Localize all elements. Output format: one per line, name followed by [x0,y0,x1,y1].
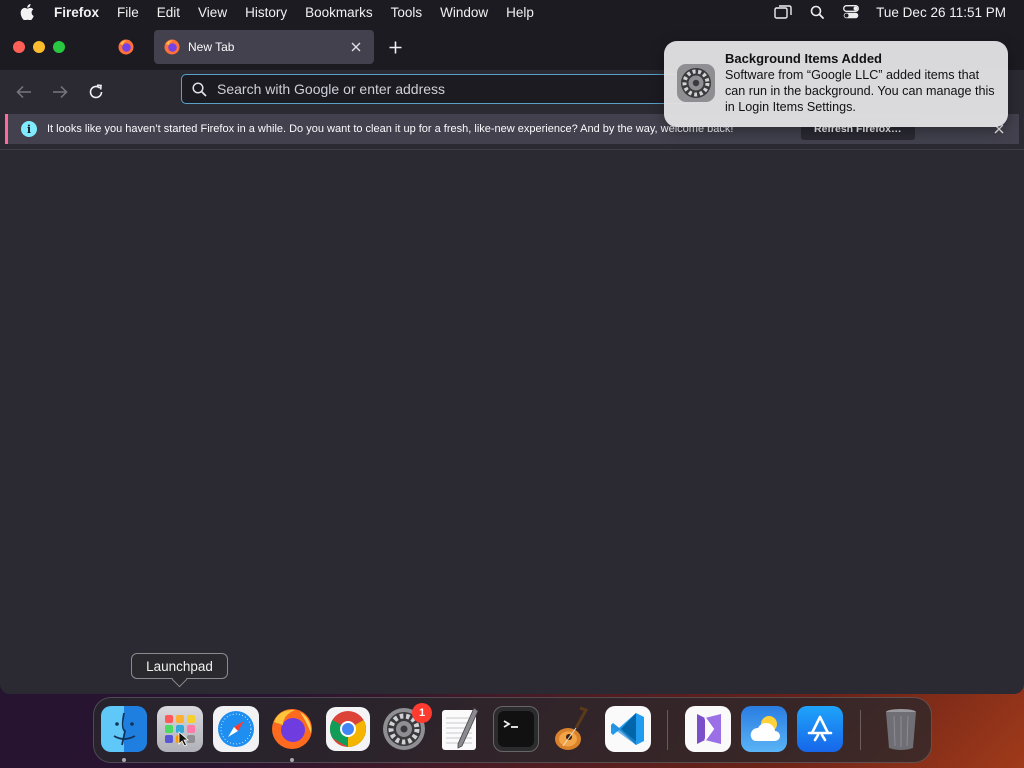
finder-running-indicator [122,758,126,762]
tab-title: New Tab [188,40,235,54]
vscode-icon[interactable] [605,706,651,752]
safari-icon[interactable] [213,706,259,752]
spotlight-search-icon[interactable] [800,5,834,19]
window-zoom-button[interactable] [53,41,65,53]
system-settings-gear-icon [676,63,716,103]
info-icon: i [21,121,37,137]
reload-icon [89,84,103,99]
back-button[interactable] [12,80,36,104]
dock-separator [860,710,861,750]
firefox-icon [164,39,180,55]
chrome-icon[interactable] [325,706,371,752]
firefox-dock-icon[interactable] [269,706,315,752]
pinned-tab-firefox[interactable] [110,32,142,62]
menu-bookmarks[interactable]: Bookmarks [296,5,382,20]
menu-tools[interactable]: Tools [382,5,432,20]
firefox-running-indicator [290,758,294,762]
menu-view[interactable]: View [189,5,236,20]
garageband-icon[interactable] [549,706,595,752]
menu-window[interactable]: Window [431,5,497,20]
content-divider [0,149,1024,150]
dock-tooltip: Launchpad [131,653,228,679]
firefox-icon [118,39,134,55]
reload-button[interactable] [84,80,108,104]
search-icon [192,81,207,97]
plus-icon [389,41,401,53]
menu-file[interactable]: File [108,5,148,20]
window-minimize-button[interactable] [33,41,45,53]
screen-mirroring-icon[interactable] [766,5,800,19]
control-center-icon[interactable] [834,5,868,19]
visual-studio-icon[interactable] [685,706,731,752]
address-input[interactable] [217,81,657,97]
tab-new-tab[interactable]: New Tab [154,30,374,64]
menu-app-name[interactable]: Firefox [54,5,108,20]
weather-icon[interactable] [741,706,787,752]
menubar-clock[interactable]: Tue Dec 26 11:51 PM [868,5,1006,20]
background-items-notification[interactable]: Background Items Added Software from “Go… [664,41,1008,127]
notification-body: Software from “Google LLC” added items t… [725,68,995,114]
window-close-button[interactable] [13,41,25,53]
apple-menu-icon[interactable] [0,4,54,20]
finder-icon[interactable] [101,706,147,752]
menu-history[interactable]: History [236,5,296,20]
launchpad-icon[interactable] [157,706,203,752]
tab-close-icon[interactable] [348,39,364,55]
terminal-icon[interactable] [493,706,539,752]
forward-button[interactable] [48,80,72,104]
menu-help[interactable]: Help [497,5,543,20]
arrow-right-icon [53,85,68,99]
textedit-icon[interactable] [437,706,483,752]
settings-notification-badge: 1 [412,703,432,723]
menu-edit[interactable]: Edit [148,5,189,20]
dock-separator [667,710,668,750]
arrow-left-icon [16,85,31,99]
menu-bar: Firefox File Edit View History Bookmarks… [0,0,1024,24]
address-bar[interactable] [181,74,701,104]
trash-icon[interactable] [878,706,924,752]
notification-title: Background Items Added [725,51,882,66]
dock: 1 [93,697,932,763]
new-tab-button[interactable] [385,37,405,57]
app-store-icon[interactable] [797,706,843,752]
